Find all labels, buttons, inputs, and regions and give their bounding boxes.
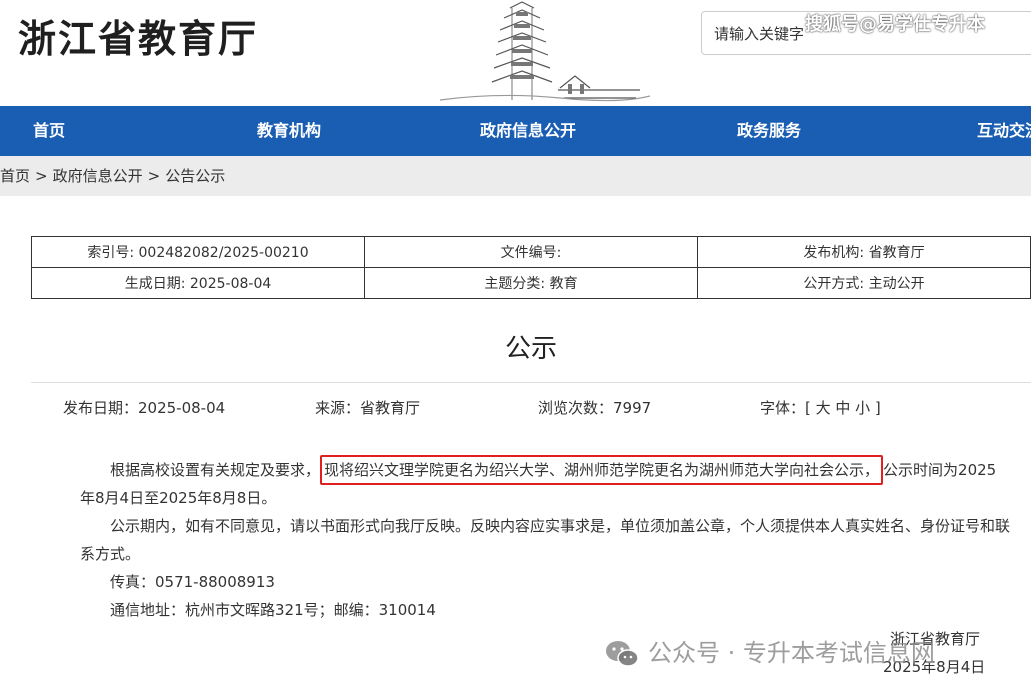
nav-item-interaction[interactable]: 互动交流 bbox=[977, 106, 1031, 156]
publish-date: 发布日期：2025-08-04 bbox=[63, 399, 226, 417]
breadcrumb-separator: > bbox=[147, 167, 161, 185]
meta-index-no: 索引号: 002482082/2025-00210 bbox=[31, 236, 365, 268]
paragraph-prefix: 根据高校设置有关规定及要求， bbox=[110, 461, 321, 479]
watermark-text: 搜狐号@易学仕专升本 bbox=[805, 14, 985, 35]
watermark-bottom-text: 公众号 · 专升本考试信息网 bbox=[648, 639, 935, 667]
site-title[interactable]: 浙江省教育厅 bbox=[18, 8, 258, 63]
meta-doc-no: 文件编号: bbox=[364, 236, 698, 268]
breadcrumb-separator: > bbox=[35, 167, 48, 185]
meta-open-mode: 公开方式: 主动公开 bbox=[697, 267, 1031, 299]
wechat-icon bbox=[606, 641, 639, 667]
breadcrumb: 首页 > 政府信息公开 > 公告公示 bbox=[0, 156, 225, 196]
pagoda-logo bbox=[440, 1, 650, 102]
meta-publisher: 发布机构: 省教育厅 bbox=[697, 236, 1031, 268]
paragraph-announcement: 根据高校设置有关规定及要求， 现将绍兴文理学院更名为绍兴大学、湖州师范学院更名为湖… bbox=[80, 455, 1010, 512]
nav-item-institutions[interactable]: 教育机构 bbox=[257, 106, 321, 156]
meta-created-date: 生成日期: 2025-08-04 bbox=[31, 267, 365, 299]
font-size-switcher[interactable]: 字体：[ 大 中 小 ] bbox=[760, 397, 881, 418]
paragraph-objection: 公示期内，如有不同意见，请以书面形式向我厅反映。反映内容应实事求是，单位须加盖公… bbox=[80, 517, 1011, 563]
watermark-bottom: 公众号 · 专升本考试信息网 bbox=[604, 633, 935, 669]
breadcrumb-gov-info[interactable]: 政府信息公开 bbox=[53, 167, 143, 185]
site-header: 浙江省教育厅 搜狐号@易学仕专升本 bbox=[0, 0, 1031, 106]
nav-item-home[interactable]: 首页 bbox=[33, 106, 65, 156]
main-nav: 首页 教育机构 政府信息公开 政务服务 互动交流 bbox=[0, 106, 1031, 156]
document-meta-table: 索引号: 002482082/2025-00210 文件编号: 发布机构: 省教… bbox=[31, 236, 1031, 299]
nav-item-gov-info[interactable]: 政府信息公开 bbox=[480, 106, 576, 156]
breadcrumb-notices[interactable]: 公告公示 bbox=[165, 167, 225, 185]
view-count: 浏览次数：7997 bbox=[538, 399, 652, 417]
nav-item-services[interactable]: 政务服务 bbox=[737, 106, 801, 156]
article-title: 公示 bbox=[504, 334, 557, 364]
article-source: 来源：省教育厅 bbox=[315, 399, 421, 417]
address-line: 通信地址：杭州市文晖路321号；邮编：310014 bbox=[110, 601, 436, 619]
meta-category: 主题分类: 教育 bbox=[364, 267, 698, 299]
breadcrumb-bar: 首页 > 政府信息公开 > 公告公示 bbox=[0, 156, 1031, 196]
highlighted-text: 现将绍兴文理学院更名为绍兴大学、湖州师范学院更名为湖州师范大学向社会公示， bbox=[320, 455, 884, 485]
divider bbox=[31, 382, 1031, 383]
fax-line: 传真：0571-88008913 bbox=[110, 573, 275, 591]
breadcrumb-home[interactable]: 首页 bbox=[0, 167, 30, 185]
